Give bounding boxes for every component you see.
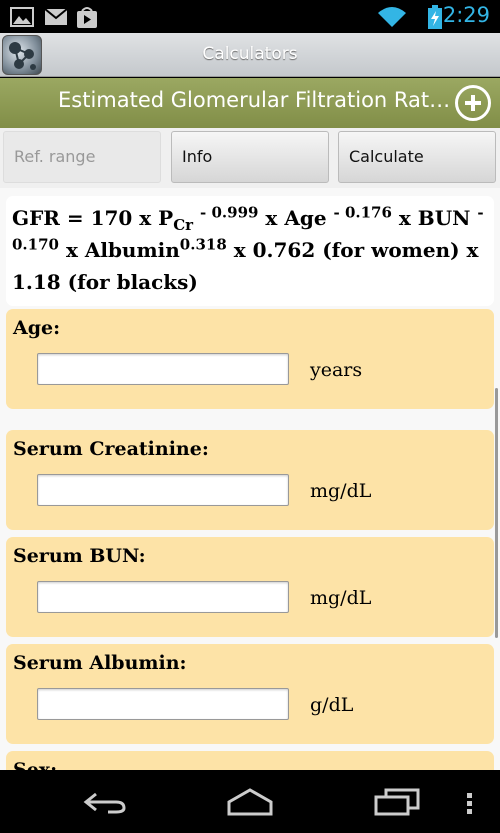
formula-text: GFR = 170 x P: [12, 206, 174, 230]
home-icon[interactable]: [226, 788, 274, 816]
app-title: Calculators: [202, 44, 298, 64]
creatinine-unit: mg/dL: [310, 480, 372, 502]
formula-exponent: - 0.176: [333, 203, 392, 222]
creatinine-input[interactable]: [37, 474, 289, 506]
calculate-button[interactable]: Calculate: [338, 131, 496, 183]
albumin-label: Serum Albumin:: [13, 652, 187, 674]
title-bar: Calculators: [0, 33, 500, 77]
add-circle-icon[interactable]: [455, 85, 491, 121]
gmail-icon: [44, 8, 68, 25]
bun-field-card: Serum BUN: mg/dL: [6, 537, 494, 637]
bun-label: Serum BUN:: [13, 545, 146, 567]
calculator-header: Estimated Glomerular Filtration Rat…: [0, 78, 500, 128]
albumin-field-card: Serum Albumin: g/dL: [6, 644, 494, 744]
navigation-bar: [0, 770, 500, 833]
age-input[interactable]: [37, 353, 289, 385]
back-icon[interactable]: [82, 790, 128, 814]
sex-label: Sex:: [13, 759, 58, 770]
wifi-icon: [378, 7, 406, 27]
age-unit: years: [310, 359, 363, 381]
info-button[interactable]: Info: [171, 131, 329, 183]
calculator-title: Estimated Glomerular Filtration Rat…: [58, 88, 451, 112]
menu-icon[interactable]: [466, 792, 474, 816]
creatinine-label: Serum Creatinine:: [13, 438, 209, 460]
formula-text: x Age: [258, 206, 334, 230]
albumin-input[interactable]: [37, 688, 289, 720]
gfr-formula: GFR = 170 x PCr - 0.999 x Age - 0.176 x …: [6, 196, 494, 306]
formula-exponent: - 0.999: [200, 203, 259, 222]
formula-text: x Albumin: [58, 238, 180, 262]
status-bar: 2:29: [0, 0, 500, 33]
age-label: Age:: [13, 317, 61, 339]
bun-unit: mg/dL: [310, 587, 372, 609]
calculator-form[interactable]: GFR = 170 x PCr - 0.999 x Age - 0.176 x …: [0, 188, 500, 770]
formula-text: x BUN: [391, 206, 478, 230]
bun-input[interactable]: [37, 581, 289, 613]
albumin-unit: g/dL: [310, 694, 354, 716]
recent-apps-icon[interactable]: [374, 788, 420, 816]
scrollbar[interactable]: [495, 388, 498, 638]
formula-subscript: Cr: [173, 216, 194, 234]
sex-field-card: Sex:: [6, 751, 494, 770]
creatinine-field-card: Serum Creatinine: mg/dL: [6, 430, 494, 530]
battery-charging-icon: [428, 5, 442, 29]
image-icon: [10, 7, 34, 27]
formula-exponent: 0.318: [179, 235, 227, 254]
age-field-card: Age: years: [6, 309, 494, 409]
ref-range-button[interactable]: Ref. range: [3, 131, 161, 183]
clock: 2:29: [442, 3, 490, 27]
play-store-icon: [77, 7, 97, 28]
button-row: Ref. range Info Calculate: [0, 128, 500, 188]
